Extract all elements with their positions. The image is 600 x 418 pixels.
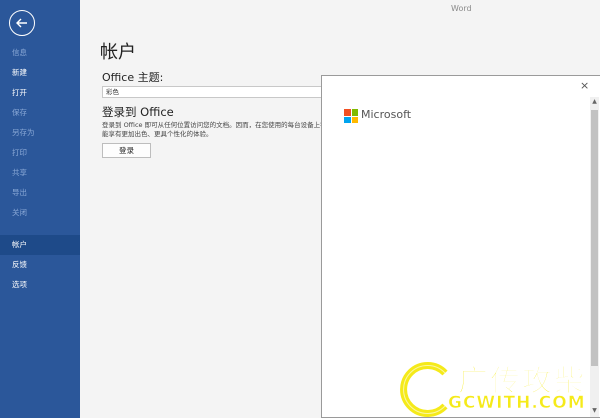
scroll-up-icon[interactable]: ▲ <box>590 97 599 106</box>
arrow-left-icon <box>16 18 27 28</box>
logo-square-blue <box>344 116 351 123</box>
watermark-logo-icon <box>400 362 448 417</box>
microsoft-brand-text: Microsoft <box>361 108 412 121</box>
scroll-down-icon[interactable]: ▼ <box>590 406 599 415</box>
sidebar-item-share[interactable]: 共享 <box>0 163 80 183</box>
theme-select[interactable]: 彩色 <box>102 86 324 98</box>
signin-button[interactable]: 登录 <box>102 143 151 158</box>
logo-square-green <box>351 109 358 116</box>
sidebar-item-account[interactable]: 帐户 <box>0 235 80 255</box>
app-title: Word <box>451 4 472 13</box>
sidebar-item-print[interactable]: 打印 <box>0 143 80 163</box>
logo-square-yellow <box>351 116 358 123</box>
sidebar-item-export[interactable]: 导出 <box>0 183 80 203</box>
sidebar-item-feedback[interactable]: 反馈 <box>0 255 80 275</box>
sidebar-item-info[interactable]: 信息 <box>0 43 80 63</box>
sidebar-item-options[interactable]: 选项 <box>0 275 80 295</box>
sidebar-item-save-as[interactable]: 另存为 <box>0 123 80 143</box>
signin-title: 登录到 Office <box>102 105 174 119</box>
page-title: 帐户 <box>100 42 136 63</box>
sidebar-item-new[interactable]: 新建 <box>0 63 80 83</box>
scroll-thumb[interactable] <box>591 110 598 366</box>
sidebar-item-close[interactable]: 关闭 <box>0 203 80 223</box>
signin-description: 登录到 Office 即可从任何位置访问您的文档。因而，在您使用的每台设备上都能… <box>102 121 327 138</box>
backstage-sidebar: 信息 新建 打开 保存 另存为 打印 共享 导出 关闭 帐户 反馈 选项 <box>0 0 80 418</box>
sidebar-item-save[interactable]: 保存 <box>0 103 80 123</box>
theme-label: Office 主题: <box>102 71 164 84</box>
logo-square-red <box>344 109 351 116</box>
close-icon[interactable]: × <box>580 80 589 91</box>
sidebar-item-open[interactable]: 打开 <box>0 83 80 103</box>
microsoft-logo-icon <box>344 109 358 123</box>
watermark-url: GCWITH.COM <box>448 393 586 414</box>
back-button[interactable] <box>9 10 35 36</box>
